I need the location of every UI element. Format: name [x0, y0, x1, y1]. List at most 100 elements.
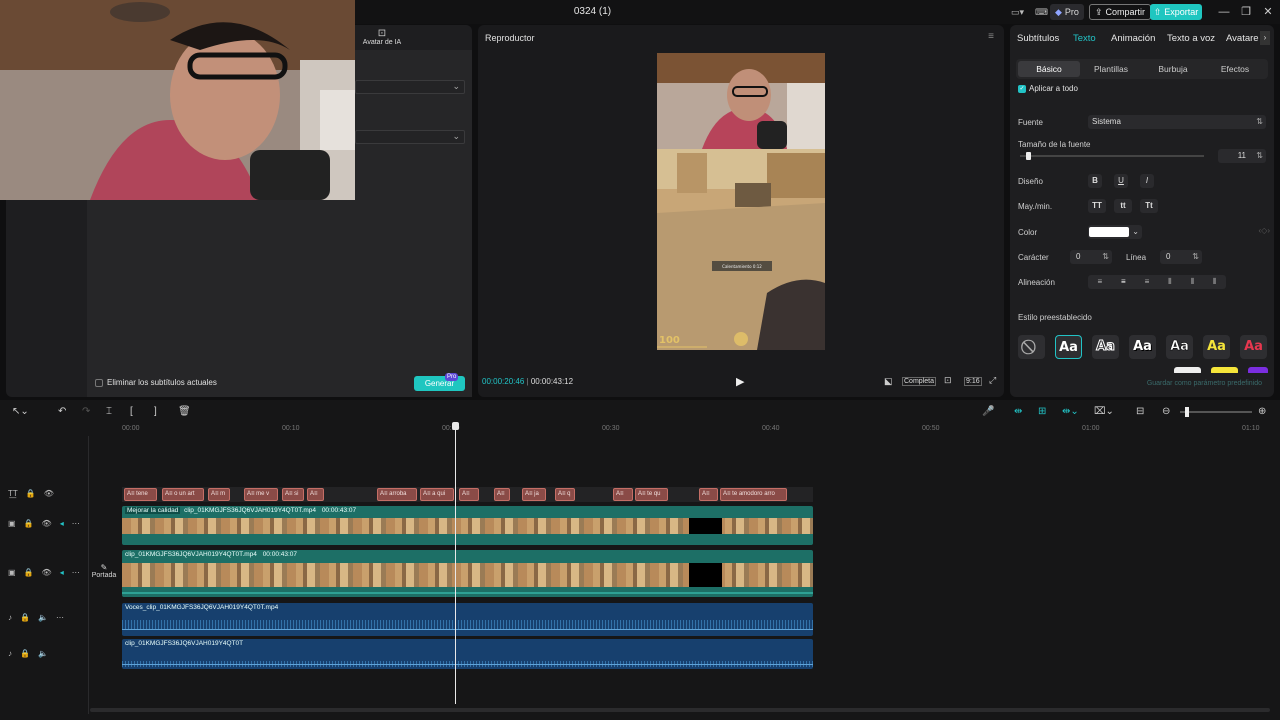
subtitle-clip[interactable]: A≡ te amodoro arro [720, 488, 787, 501]
more-icon[interactable]: ⋯ [72, 568, 80, 577]
trim-left-icon[interactable]: [ [130, 406, 133, 417]
font-size-slider-handle[interactable] [1025, 152, 1031, 160]
font-size-slider[interactable] [1020, 152, 1204, 160]
checkbox[interactable] [95, 378, 103, 387]
subtitle-clip[interactable]: A≡ a qui [420, 488, 454, 501]
subtab-bubble[interactable]: Burbuja [1142, 61, 1204, 77]
underline-button[interactable]: U [1114, 174, 1128, 188]
crop-icon[interactable]: ⬕ [884, 376, 893, 387]
tab-text-to-speech[interactable]: Texto a voz [1167, 33, 1215, 44]
language-dropdown[interactable]: ⌄ [355, 80, 465, 94]
horizontal-scrollbar[interactable] [90, 708, 1270, 712]
audio-clip[interactable]: Voces_clip_01KMGJFS36JQ6VJAH019Y4QT0T.mp… [122, 603, 813, 636]
align-top-icon[interactable]: ⦀ [1168, 275, 1172, 289]
subtitle-clip[interactable]: A≡ [459, 488, 479, 501]
preset-style-white[interactable]: Aa [1055, 335, 1082, 359]
audio-toggle-icon[interactable]: ◂ [60, 519, 64, 528]
video-clip[interactable]: clip_01KMGJFS36JQ6VJAH019Y4QT0T.mp4 00:0… [122, 550, 813, 597]
zoom-in-icon[interactable]: ⊕ [1258, 406, 1266, 417]
zoom-slider-handle[interactable] [1185, 407, 1189, 417]
checkbox-checked-icon[interactable]: ✓ [1018, 84, 1026, 93]
close-button[interactable]: ✕ [1260, 4, 1276, 20]
preset-style-yellow[interactable]: Aa [1203, 335, 1230, 359]
eye-icon[interactable]: 👁 [42, 568, 52, 577]
align-center-icon[interactable]: ≡ [1121, 275, 1126, 289]
export-button[interactable]: ⇧ Exportar [1150, 4, 1202, 20]
uppercase-button[interactable]: TT [1088, 199, 1106, 213]
save-default-link[interactable]: Guardar como parámetro predefinido [1147, 380, 1262, 387]
subtab-basic[interactable]: Básico [1018, 61, 1080, 77]
layout-icon[interactable]: ▭▾ [1006, 4, 1029, 20]
align-left-icon[interactable]: ≡ [1097, 275, 1102, 289]
bold-button[interactable]: B [1088, 174, 1102, 188]
zoom-slider[interactable] [1180, 407, 1252, 417]
char-spacing-input[interactable]: 0 ⇅ [1070, 250, 1112, 264]
preset-style-red[interactable]: Aa [1240, 335, 1267, 359]
keyframe-icon[interactable]: ‹◇› [1259, 226, 1270, 235]
full-quality-toggle[interactable]: Completa [902, 377, 936, 386]
subtab-templates[interactable]: Plantillas [1080, 61, 1142, 77]
volume-icon[interactable]: 🔈 [38, 613, 48, 622]
delete-icon[interactable]: 🗑 [178, 406, 191, 417]
volume-icon[interactable]: 🔈 [38, 649, 48, 658]
lock-icon[interactable]: 🔒 [20, 649, 30, 658]
cover-button[interactable]: ✎ Portada [90, 563, 118, 579]
no-style-icon[interactable]: ⃠ [1018, 335, 1045, 359]
fullscreen-icon[interactable]: ⤢ [989, 375, 996, 386]
subtitle-clip[interactable]: A≡ [699, 488, 718, 501]
eye-icon[interactable]: 👁 [44, 489, 54, 498]
lock-icon[interactable]: 🔒 [20, 613, 30, 622]
tab-ai-avatar[interactable]: ⊡ Avatar de IA [360, 28, 404, 46]
remove-subtitles-option[interactable]: Eliminar los subtítulos actuales [95, 378, 217, 387]
subtitle-clip[interactable]: A≡ [494, 488, 510, 501]
screenshot-icon[interactable]: ⊡ [944, 375, 952, 386]
preset-style-stroke[interactable]: Aa [1166, 335, 1193, 359]
main-track-magnet-icon[interactable]: ⇹ [1014, 406, 1022, 417]
eye-icon[interactable]: 👁 [42, 519, 52, 528]
tab-subtitles[interactable]: Subtítulos [1017, 33, 1059, 44]
more-icon[interactable]: ⋯ [56, 613, 64, 622]
color-picker[interactable]: ⌄ [1088, 225, 1142, 239]
subtitle-clip[interactable]: A≡ te qu [635, 488, 668, 501]
audio-toggle-icon[interactable]: ◂ [60, 568, 64, 577]
tab-avatars[interactable]: Avatare [1226, 33, 1259, 44]
linkage-icon[interactable]: ⇹⌄ [1062, 406, 1079, 417]
align-bottom-icon[interactable]: ⦀ [1213, 275, 1217, 289]
align-middle-icon[interactable]: ⦀ [1191, 275, 1195, 289]
more-icon[interactable]: ⋯ [72, 519, 80, 528]
subtitle-clip[interactable]: A≡ q [555, 488, 575, 501]
subtitle-clip[interactable]: A≡ o un art [162, 488, 204, 501]
undo-icon[interactable]: ↶ [58, 406, 66, 417]
tab-text[interactable]: Texto [1073, 33, 1096, 44]
playhead[interactable] [452, 422, 459, 704]
align-right-icon[interactable]: ≡ [1145, 275, 1150, 289]
maximize-button[interactable]: ❐ [1238, 4, 1254, 20]
select-tool-icon[interactable]: ↖⌄ [12, 406, 29, 417]
subtitle-clip[interactable]: A≡ si [282, 488, 304, 501]
zoom-out-icon[interactable]: ⊖ [1162, 406, 1170, 417]
chevron-right-icon[interactable]: › [1260, 31, 1270, 45]
play-button[interactable]: ▶ [736, 375, 744, 388]
preset-style-shadow[interactable]: Aa [1129, 335, 1156, 359]
subtitle-clip[interactable]: A≡ arroba [377, 488, 417, 501]
titlecase-button[interactable]: Tt [1140, 199, 1158, 213]
preview-axis-icon[interactable]: ⌧⌄ [1094, 406, 1114, 417]
apply-all-option[interactable]: ✓ Aplicar a todo [1018, 84, 1078, 93]
screen-icon[interactable]: ⊟ [1136, 406, 1144, 417]
subtitle-clip[interactable]: A≡ me v [244, 488, 278, 501]
minimize-button[interactable]: — [1216, 4, 1232, 20]
audio-clip[interactable]: clip_01KMGJFS36JQ6VJAH019Y4QT0T [122, 639, 813, 669]
ratio-button[interactable]: 9:16 [964, 377, 982, 386]
subtitle-clip[interactable]: A≡ ja [522, 488, 546, 501]
subtitle-clip[interactable]: A≡ [307, 488, 324, 501]
menu-icon[interactable]: ≡ [988, 31, 994, 42]
subtitle-clip[interactable]: A≡ [613, 488, 633, 501]
line-spacing-input[interactable]: 0 ⇅ [1160, 250, 1202, 264]
playhead-handle[interactable] [452, 422, 459, 430]
auto-snap-icon[interactable]: ⊞ [1038, 406, 1046, 417]
split-icon[interactable]: ⌶ [106, 406, 112, 417]
lock-icon[interactable]: 🔒 [24, 519, 34, 528]
font-select[interactable]: Sistema ⇅ [1088, 115, 1266, 129]
video-clip[interactable]: Mejorar la calidad clip_01KMGJFS36JQ6VJA… [122, 506, 813, 545]
preset-style-outline[interactable]: Aa [1092, 335, 1119, 359]
